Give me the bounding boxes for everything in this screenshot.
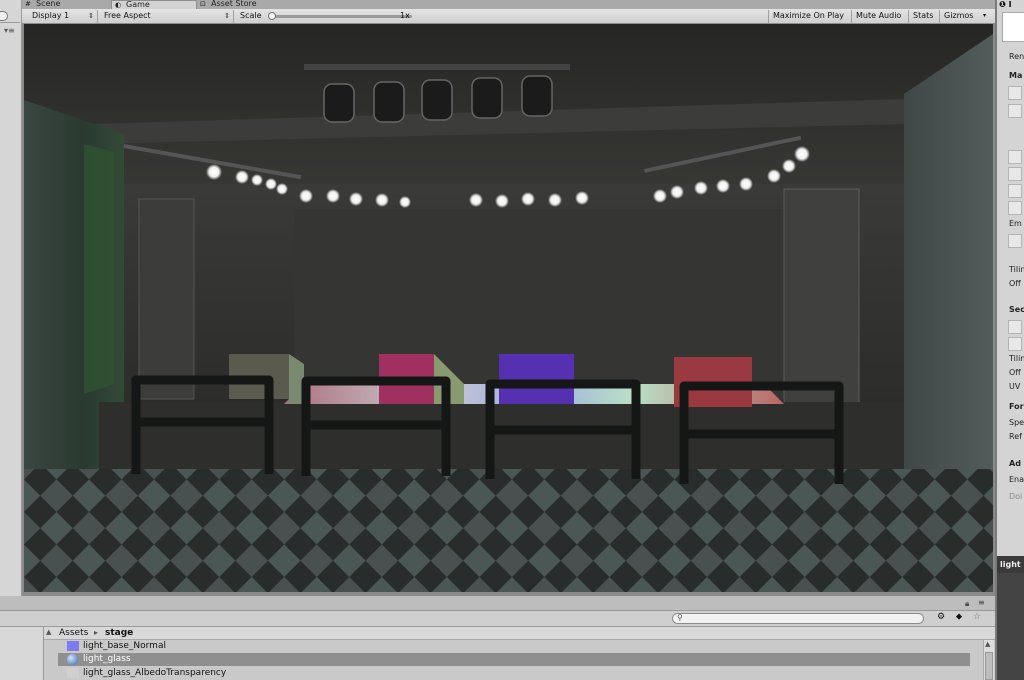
- mute-audio-toggle[interactable]: Mute Audio: [851, 10, 905, 23]
- inspector-label: Tilin: [1009, 354, 1024, 363]
- game-tab-icon: ◐: [115, 1, 122, 9]
- project-folder-tree: [0, 627, 44, 680]
- inspector-label: Doi: [1009, 492, 1023, 501]
- texture-slot[interactable]: [1008, 167, 1022, 181]
- project-file-list: light_base_Normal light_glass light_glas…: [44, 640, 983, 680]
- texture-slot[interactable]: [1008, 234, 1022, 248]
- stage-scene-render: [24, 24, 993, 592]
- inspector-label: Ren: [1009, 52, 1024, 61]
- inspector-label: Off: [1009, 368, 1021, 377]
- inspector-label: Ena: [1009, 475, 1024, 484]
- breadcrumb: ▲ Assets ▸ stage: [44, 627, 995, 640]
- maximize-on-play-toggle[interactable]: Maximize On Play: [768, 10, 848, 23]
- inspector-label: Tilin: [1009, 265, 1024, 274]
- file-name: light_glass: [83, 654, 131, 664]
- search-field-fragment[interactable]: [0, 11, 8, 21]
- inspector-section-label: Sec: [1009, 305, 1024, 314]
- texture-slot[interactable]: [1008, 150, 1022, 164]
- texture-slot[interactable]: [1008, 320, 1022, 334]
- inspector-label: Off: [1009, 279, 1021, 288]
- display-dropdown[interactable]: Display 1 ⇕: [28, 10, 98, 23]
- left-panel-strip: ▾≡: [0, 0, 22, 596]
- panel-menu-icon[interactable]: ▾≡: [4, 26, 15, 35]
- texture-slot[interactable]: [1008, 86, 1022, 100]
- dropdown-arrow-icon: ⇕: [88, 12, 94, 20]
- texture-icon: [67, 668, 79, 678]
- inspector-section-label: Ad: [1009, 459, 1021, 468]
- material-preview-box[interactable]: [1002, 12, 1024, 42]
- file-name: light_base_Normal: [83, 641, 166, 651]
- scale-slider-thumb[interactable]: [268, 12, 276, 20]
- project-search-input[interactable]: ⚲: [672, 613, 924, 624]
- lock-icon[interactable]: 🔒︎: [965, 599, 969, 609]
- search-icon: ⚲: [677, 613, 683, 622]
- tab-asset-store[interactable]: ⊡ Asset Store: [197, 0, 297, 9]
- dropdown-arrow-icon: ▾: [982, 12, 986, 19]
- scene-tab-icon: #: [25, 0, 31, 8]
- gizmos-dropdown[interactable]: Gizmos ▾: [939, 10, 989, 23]
- scale-value: 1x: [400, 11, 410, 20]
- breadcrumb-root[interactable]: Assets: [59, 628, 88, 638]
- aspect-dropdown[interactable]: Free Aspect ⇕: [100, 10, 234, 23]
- list-item-selected[interactable]: light_glass: [58, 653, 970, 666]
- tab-game-label: Game: [126, 0, 150, 9]
- asset-store-tab-icon: ⊡: [200, 0, 206, 8]
- dropdown-arrow-icon: ⇕: [224, 12, 230, 20]
- scale-label: Scale: [240, 11, 262, 20]
- inspector-tab[interactable]: ❶ I: [999, 0, 1012, 9]
- tab-game[interactable]: ◐ Game: [111, 0, 197, 9]
- scroll-up-arrow-icon[interactable]: ▲: [985, 640, 990, 648]
- info-icon: ❶: [999, 0, 1006, 9]
- texture-slot[interactable]: [1008, 201, 1022, 215]
- texture-icon: [67, 641, 79, 651]
- material-icon: [67, 654, 78, 665]
- preview-area: [997, 573, 1024, 680]
- inspector-label: Em: [1009, 219, 1022, 228]
- texture-slot[interactable]: [1008, 184, 1022, 198]
- inspector-tab-label: I: [1008, 0, 1012, 9]
- scale-slider[interactable]: [270, 15, 412, 18]
- texture-slot[interactable]: [1008, 104, 1022, 118]
- game-view-toolbar: Display 1 ⇕ Free Aspect ⇕ Scale 1x Maxim…: [22, 9, 995, 24]
- tab-scene-label: Scene: [36, 0, 61, 8]
- favorite-star-icon[interactable]: ☆: [970, 612, 984, 625]
- filter-by-label-icon[interactable]: ⬥: [952, 612, 966, 625]
- tab-scene[interactable]: # Scene: [22, 0, 84, 9]
- breadcrumb-folder[interactable]: stage: [105, 628, 133, 638]
- list-item[interactable]: light_glass_AlbedoTransparency: [58, 667, 226, 680]
- aspect-dropdown-label: Free Aspect: [104, 11, 151, 20]
- inspector-label: UV: [1009, 382, 1021, 391]
- filter-by-type-icon[interactable]: ⚙: [934, 612, 948, 625]
- scrollbar-thumb[interactable]: [985, 652, 993, 680]
- list-item[interactable]: light_base_Normal: [58, 640, 166, 653]
- breadcrumb-separator-icon: ▸: [94, 628, 99, 637]
- inspector-label: Ref: [1009, 432, 1022, 441]
- gizmos-label: Gizmos: [944, 11, 974, 20]
- left-panel-toolbar: [0, 9, 20, 23]
- view-tab-bar: # Scene ◐ Game ⊡ Asset Store: [22, 0, 995, 9]
- file-name: light_glass_AlbedoTransparency: [83, 668, 227, 678]
- tab-asset-store-label: Asset Store: [211, 0, 257, 8]
- preview-header[interactable]: light: [997, 556, 1024, 573]
- inspector-section-label: Ma: [1009, 71, 1023, 80]
- texture-slot[interactable]: [1008, 337, 1022, 351]
- display-dropdown-label: Display 1: [32, 11, 70, 20]
- project-tab-bar: 🔒︎ ≡: [0, 596, 995, 611]
- game-view-render[interactable]: [24, 24, 993, 592]
- project-scrollbar[interactable]: ▲: [983, 640, 994, 680]
- panel-menu-icon[interactable]: ≡: [978, 598, 985, 607]
- inspector-panel: ❶ I Ren Ma Em Tilin Off Sec Tilin Off UV…: [995, 0, 1024, 680]
- collapse-arrow-icon[interactable]: ▲: [46, 628, 51, 636]
- inspector-label: Spe: [1009, 418, 1024, 427]
- inspector-section-label: For: [1009, 402, 1024, 411]
- stats-toggle[interactable]: Stats: [908, 10, 937, 23]
